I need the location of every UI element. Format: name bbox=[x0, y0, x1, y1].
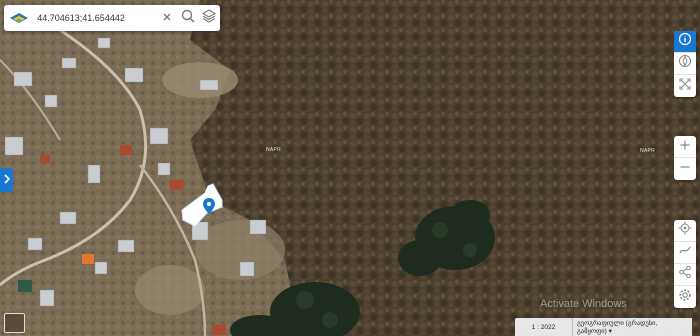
scale-bar: 1 : 2022 გეოგრაფიული (გრადუსი, გამყოფი) … bbox=[515, 318, 692, 336]
layers-button[interactable] bbox=[199, 7, 220, 29]
napr-map-label: NAPR bbox=[266, 147, 282, 153]
zoom-out-button[interactable] bbox=[674, 158, 696, 180]
map-canvas[interactable]: NAPR NAPR Activate Windows bbox=[0, 0, 700, 336]
layers-icon bbox=[202, 8, 217, 28]
locate-button[interactable] bbox=[674, 220, 696, 242]
chevron-right-icon bbox=[3, 171, 11, 189]
bottom-tools-panel bbox=[674, 220, 696, 308]
coordinate-search-input[interactable] bbox=[35, 12, 157, 24]
minus-icon bbox=[679, 160, 691, 178]
search-button[interactable] bbox=[178, 7, 199, 29]
logo-icon bbox=[8, 7, 29, 29]
fullscreen-icon bbox=[678, 77, 692, 96]
clear-button[interactable] bbox=[156, 7, 177, 29]
zoom-in-button[interactable] bbox=[674, 136, 696, 158]
share-icon bbox=[678, 265, 692, 284]
projection-select[interactable]: გეოგრაფიული (გრადუსი, გამყოფი) ▾ bbox=[573, 318, 692, 336]
locate-icon bbox=[678, 221, 692, 240]
close-icon bbox=[162, 9, 172, 27]
sidebar-toggle-button[interactable] bbox=[0, 168, 13, 192]
gear-icon bbox=[678, 288, 692, 307]
info-button[interactable] bbox=[674, 31, 696, 53]
settings-button[interactable] bbox=[674, 286, 696, 308]
info-icon bbox=[678, 32, 692, 51]
share-button[interactable] bbox=[674, 264, 696, 286]
plus-icon bbox=[679, 138, 691, 156]
napr-map-label: NAPR bbox=[640, 148, 656, 154]
map-tools-panel bbox=[674, 31, 696, 97]
satellite-imagery bbox=[0, 0, 700, 336]
activation-watermark: Activate Windows bbox=[540, 298, 627, 310]
compass-button[interactable] bbox=[674, 53, 696, 75]
scale-ratio: 1 : 2022 bbox=[515, 318, 573, 336]
draw-button[interactable] bbox=[674, 242, 696, 264]
compass-icon bbox=[678, 54, 692, 73]
search-icon bbox=[181, 9, 195, 28]
fullscreen-button[interactable] bbox=[674, 75, 696, 97]
draw-icon bbox=[678, 243, 692, 262]
minimap-toggle[interactable] bbox=[4, 313, 25, 333]
zoom-panel bbox=[674, 136, 696, 180]
search-bar bbox=[4, 5, 220, 31]
